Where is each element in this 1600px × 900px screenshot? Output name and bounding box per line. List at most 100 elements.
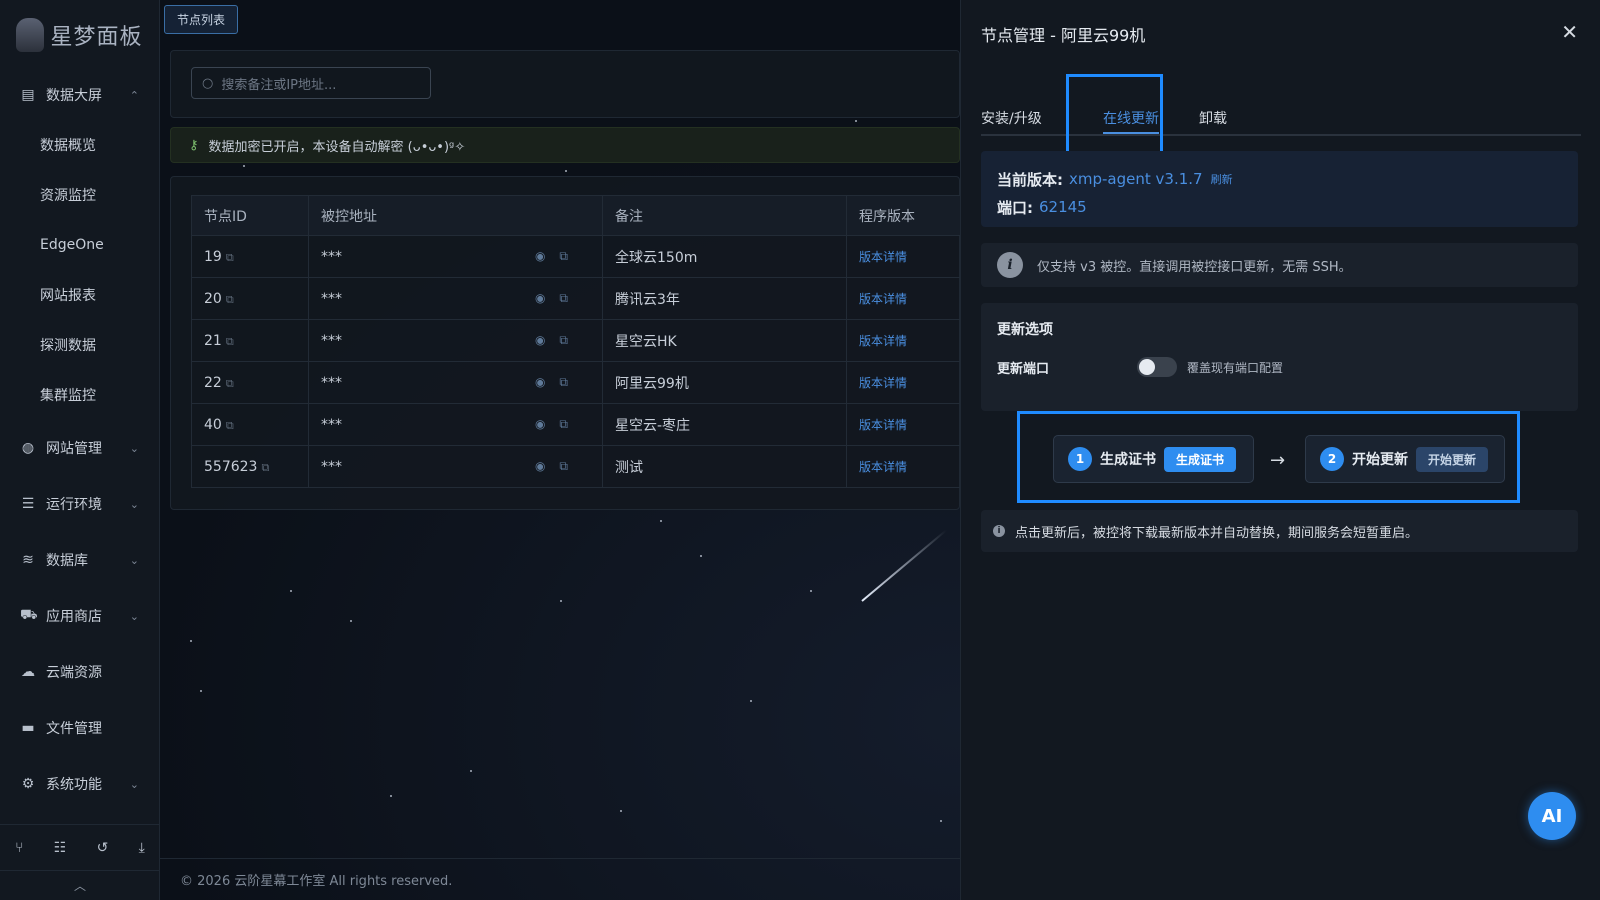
- footer-copyright: © 2026 云阶星幕工作室 All rights reserved.: [160, 858, 960, 900]
- folder-icon: ▬: [21, 720, 35, 736]
- version-detail-link[interactable]: 版本详情: [846, 319, 961, 362]
- sidebar-item-site-report[interactable]: 网站报表: [0, 270, 159, 320]
- node-note: 测试: [602, 445, 847, 488]
- update-options-card: 更新选项 更新端口 覆盖现有端口配置: [981, 303, 1578, 411]
- chevron-down-icon: ⌄: [129, 553, 139, 567]
- node-id: 20: [204, 290, 222, 307]
- tab-install-upgrade[interactable]: 安装/升级: [981, 108, 1042, 128]
- sidebar-item-edgeone[interactable]: EdgeOne: [0, 220, 159, 270]
- chevron-down-icon: ⌄: [129, 777, 139, 791]
- copy-icon[interactable]: ⧉: [559, 417, 582, 431]
- copy-icon[interactable]: ⧉: [559, 459, 582, 473]
- copy-icon[interactable]: ⧉: [559, 375, 582, 389]
- eye-icon[interactable]: ◉: [535, 459, 559, 473]
- eye-icon[interactable]: ◉: [535, 417, 559, 431]
- sidebar-group-files[interactable]: ▬ 文件管理: [0, 700, 159, 756]
- update-port-hint: 覆盖现有端口配置: [1187, 360, 1284, 375]
- collapse-up-icon[interactable]: ︿: [0, 870, 160, 900]
- eye-icon[interactable]: ◉: [535, 291, 559, 305]
- sidebar-toolbar: ⑂ ☷ ↺ ⤓: [0, 824, 160, 870]
- update-port-toggle[interactable]: [1137, 357, 1177, 377]
- sidebar-group-cloud[interactable]: ☁ 云端资源: [0, 644, 159, 700]
- step-start-update: 2 开始更新 开始更新: [1305, 435, 1505, 483]
- copy-icon[interactable]: ⧉: [261, 461, 269, 474]
- generate-cert-button[interactable]: 生成证书: [1164, 446, 1237, 472]
- copy-icon[interactable]: ⧉: [559, 291, 582, 305]
- copy-icon[interactable]: ⧉: [559, 249, 582, 263]
- refresh-link[interactable]: 刷新: [1211, 171, 1233, 187]
- node-address: ***: [321, 332, 342, 349]
- copy-icon[interactable]: ⧉: [226, 419, 234, 432]
- copy-icon[interactable]: ⧉: [226, 251, 234, 264]
- eye-icon[interactable]: ◉: [535, 333, 559, 347]
- version-detail-link[interactable]: 版本详情: [846, 403, 961, 446]
- port-label: 端口:: [997, 198, 1033, 217]
- table-header-row: 节点ID 被控地址 备注 程序版本: [191, 195, 961, 236]
- node-note: 星空云-枣庄: [602, 403, 847, 446]
- sidebar-group-app-store[interactable]: ⛟ 应用商店 ⌄: [0, 588, 159, 644]
- sidebar-group-database[interactable]: ≋ 数据库 ⌄: [0, 532, 159, 588]
- tab-node-list[interactable]: 节点列表: [164, 5, 239, 34]
- node-note: 星空云HK: [602, 319, 847, 362]
- version-detail-link[interactable]: 版本详情: [846, 445, 961, 488]
- tab-uninstall[interactable]: 卸载: [1199, 108, 1227, 128]
- branch-icon[interactable]: ⑂: [15, 840, 23, 856]
- node-address: ***: [321, 458, 342, 475]
- search-input[interactable]: ○ 搜索备注或IP地址...: [191, 67, 431, 99]
- chevron-up-icon: ⌃: [129, 88, 139, 102]
- list-icon[interactable]: ☷: [54, 840, 67, 856]
- copy-icon[interactable]: ⧉: [226, 335, 234, 348]
- col-note[interactable]: 备注: [602, 195, 847, 236]
- eye-icon[interactable]: ◉: [535, 249, 559, 263]
- version-value: xmp-agent v3.1.7: [1069, 170, 1203, 188]
- sidebar-item-overview[interactable]: 数据概览: [0, 120, 159, 170]
- version-detail-link[interactable]: 版本详情: [846, 277, 961, 320]
- eye-icon[interactable]: ◉: [535, 375, 559, 389]
- version-detail-link[interactable]: 版本详情: [846, 361, 961, 404]
- table-row: 40 ⧉ *** ◉⧉ 星空云-枣庄 版本详情: [191, 403, 961, 446]
- sidebar-item-resource-monitor[interactable]: 资源监控: [0, 170, 159, 220]
- node-address: ***: [321, 416, 342, 433]
- database-icon: ≋: [22, 552, 34, 568]
- info-icon: i: [997, 252, 1023, 278]
- logo[interactable]: 星梦面板: [0, 0, 159, 70]
- arrow-right-icon: →: [1270, 450, 1286, 471]
- sidebar-group-system[interactable]: ⚙ 系统功能 ⌄: [0, 756, 159, 812]
- sidebar-item-probe-data[interactable]: 探测数据: [0, 320, 159, 370]
- chevron-down-icon: ⌄: [129, 441, 139, 455]
- search-icon: ○: [202, 75, 214, 91]
- sidebar-group-site-management[interactable]: ◍ 网站管理 ⌄: [0, 420, 159, 476]
- version-label: 当前版本:: [997, 170, 1063, 189]
- copy-icon[interactable]: ⧉: [226, 293, 234, 306]
- ai-assistant-button[interactable]: AI: [1528, 792, 1576, 840]
- table-row: 22 ⧉ *** ◉⧉ 阿里云99机 版本详情: [191, 361, 961, 404]
- download-icon[interactable]: ⤓: [139, 840, 145, 856]
- step-generate-cert: 1 生成证书 生成证书: [1053, 435, 1254, 483]
- col-version[interactable]: 程序版本: [846, 195, 961, 236]
- sidebar-group-dashboard[interactable]: ▤ 数据大屏 ⌃: [0, 70, 159, 120]
- version-detail-link[interactable]: 版本详情: [846, 235, 961, 278]
- node-id: 22: [204, 374, 222, 391]
- chevron-down-icon: ⌄: [129, 609, 139, 623]
- copy-icon[interactable]: ⧉: [226, 377, 234, 390]
- table-row: 19 ⧉ *** ◉⧉ 全球云150m 版本详情: [191, 235, 961, 278]
- close-icon[interactable]: ✕: [1561, 20, 1578, 44]
- sidebar: 星梦面板 ▤ 数据大屏 ⌃ 数据概览 资源监控 EdgeOne 网站报表 探测数…: [0, 0, 160, 900]
- sidebar-group-runtime[interactable]: ☰ 运行环境 ⌄: [0, 476, 159, 532]
- col-node-id[interactable]: 节点ID: [191, 195, 309, 236]
- col-address[interactable]: 被控地址: [308, 195, 603, 236]
- info-notice: i 仅支持 v3 被控。直接调用被控接口更新，无需 SSH。: [981, 243, 1578, 287]
- history-icon[interactable]: ↺: [97, 840, 109, 856]
- highlight-box-tab: [1066, 74, 1163, 160]
- chart-icon: ▤: [21, 87, 35, 103]
- step-number: 1: [1068, 447, 1092, 471]
- copy-icon[interactable]: ⧉: [559, 333, 582, 347]
- update-tip: i 点击更新后，被控将下载最新版本并自动替换，期间服务会短暂重启。: [981, 510, 1578, 552]
- table-row: 557623 ⧉ *** ◉⧉ 测试 版本详情: [191, 445, 961, 488]
- node-id: 19: [204, 248, 222, 265]
- node-table: 节点ID 被控地址 备注 程序版本 19 ⧉ *** ◉⧉ 全球云150m 版本详情…: [191, 195, 961, 488]
- sidebar-item-cluster-monitor[interactable]: 集群监控: [0, 370, 159, 420]
- options-title: 更新选项: [997, 322, 1053, 338]
- brand-name: 星梦面板: [50, 25, 143, 50]
- start-update-button[interactable]: 开始更新: [1416, 446, 1489, 472]
